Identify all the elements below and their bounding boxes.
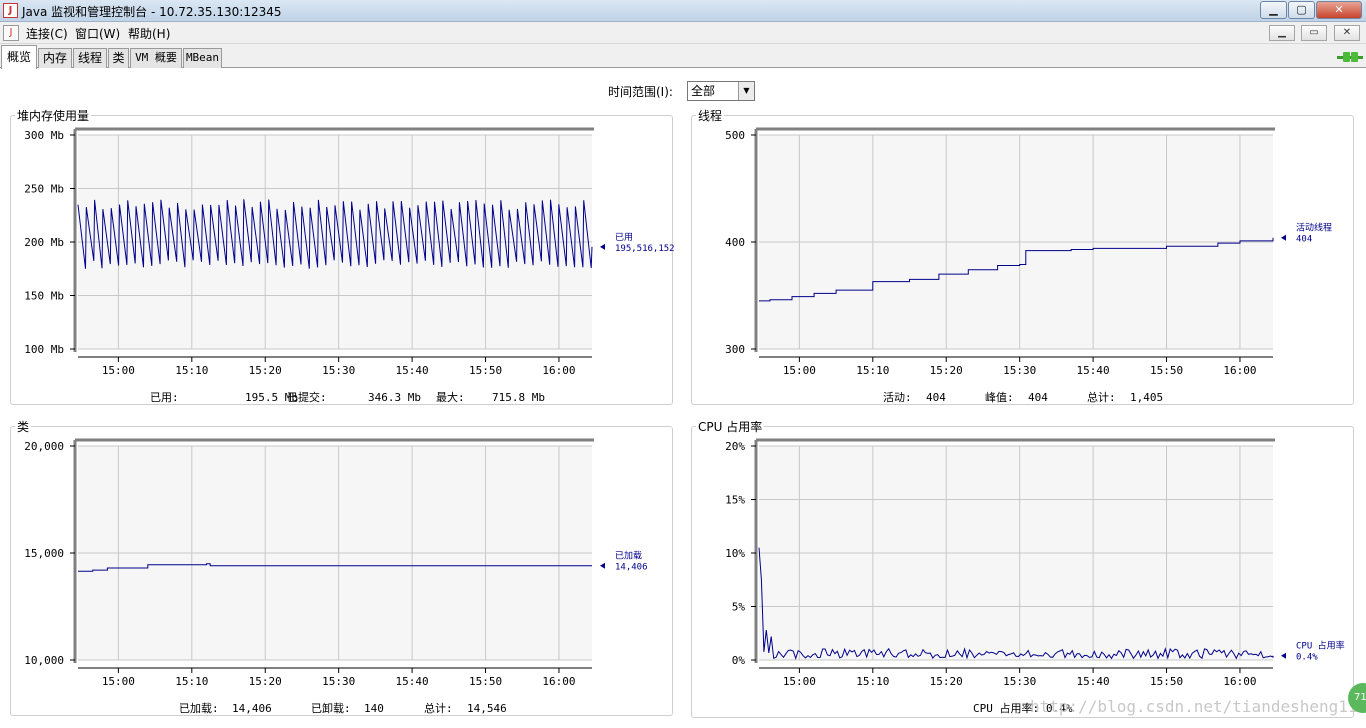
tab-bar: 概览 内存 线程 类 VM 概要 MBean: [0, 44, 1366, 69]
cpu-panel-title: CPU 占用率: [696, 418, 765, 435]
tab-overview[interactable]: 概览: [1, 45, 37, 69]
chevron-down-icon[interactable]: ▼: [738, 82, 754, 100]
classes-panel-title: 类: [15, 418, 32, 435]
connection-status-icon: [1337, 52, 1363, 62]
tab-classes[interactable]: 类: [108, 48, 129, 68]
menu-window[interactable]: 窗口(W): [75, 25, 120, 42]
document-icon: J: [3, 25, 19, 41]
menu-connect[interactable]: 连接(C): [26, 25, 68, 42]
close-button[interactable]: ✕: [1316, 1, 1362, 19]
tab-memory[interactable]: 内存: [38, 48, 72, 68]
menu-help[interactable]: 帮助(H): [128, 25, 170, 42]
panel-cpu: CPU 占用率: [691, 418, 1354, 718]
heap-panel-title: 堆内存使用量: [15, 107, 92, 124]
menu-bar: J 连接(C) 窗口(W) 帮助(H): [0, 22, 1366, 44]
maximize-button[interactable]: ▢: [1288, 1, 1315, 19]
time-range-label: 时间范围(I):: [608, 85, 673, 99]
tab-threads[interactable]: 线程: [73, 48, 107, 68]
time-range-select[interactable]: 全部 ▼: [687, 81, 755, 101]
tab-mbean[interactable]: MBean: [183, 48, 222, 68]
inner-minimize-button[interactable]: ▁: [1269, 25, 1295, 41]
title-bar: J Java 监视和管理控制台 - 10.72.35.130:12345 ▁ ▢…: [0, 0, 1366, 22]
inner-close-button[interactable]: ✕: [1334, 25, 1360, 41]
panel-classes: 类: [10, 418, 673, 716]
inner-restore-button[interactable]: ▭: [1301, 25, 1327, 41]
panel-threads: 线程: [691, 107, 1354, 405]
minimize-button[interactable]: ▁: [1260, 1, 1287, 19]
window-title: Java 监视和管理控制台 - 10.72.35.130:12345: [22, 5, 282, 19]
tab-vm-summary[interactable]: VM 概要: [130, 48, 182, 68]
java-icon: J: [3, 3, 18, 18]
panel-heap: 堆内存使用量: [10, 107, 673, 405]
threads-panel-title: 线程: [696, 107, 725, 124]
watermark: http://blog.csdn.net/tiandesheng111: [1030, 697, 1366, 716]
time-range-value: 全部: [691, 84, 716, 98]
